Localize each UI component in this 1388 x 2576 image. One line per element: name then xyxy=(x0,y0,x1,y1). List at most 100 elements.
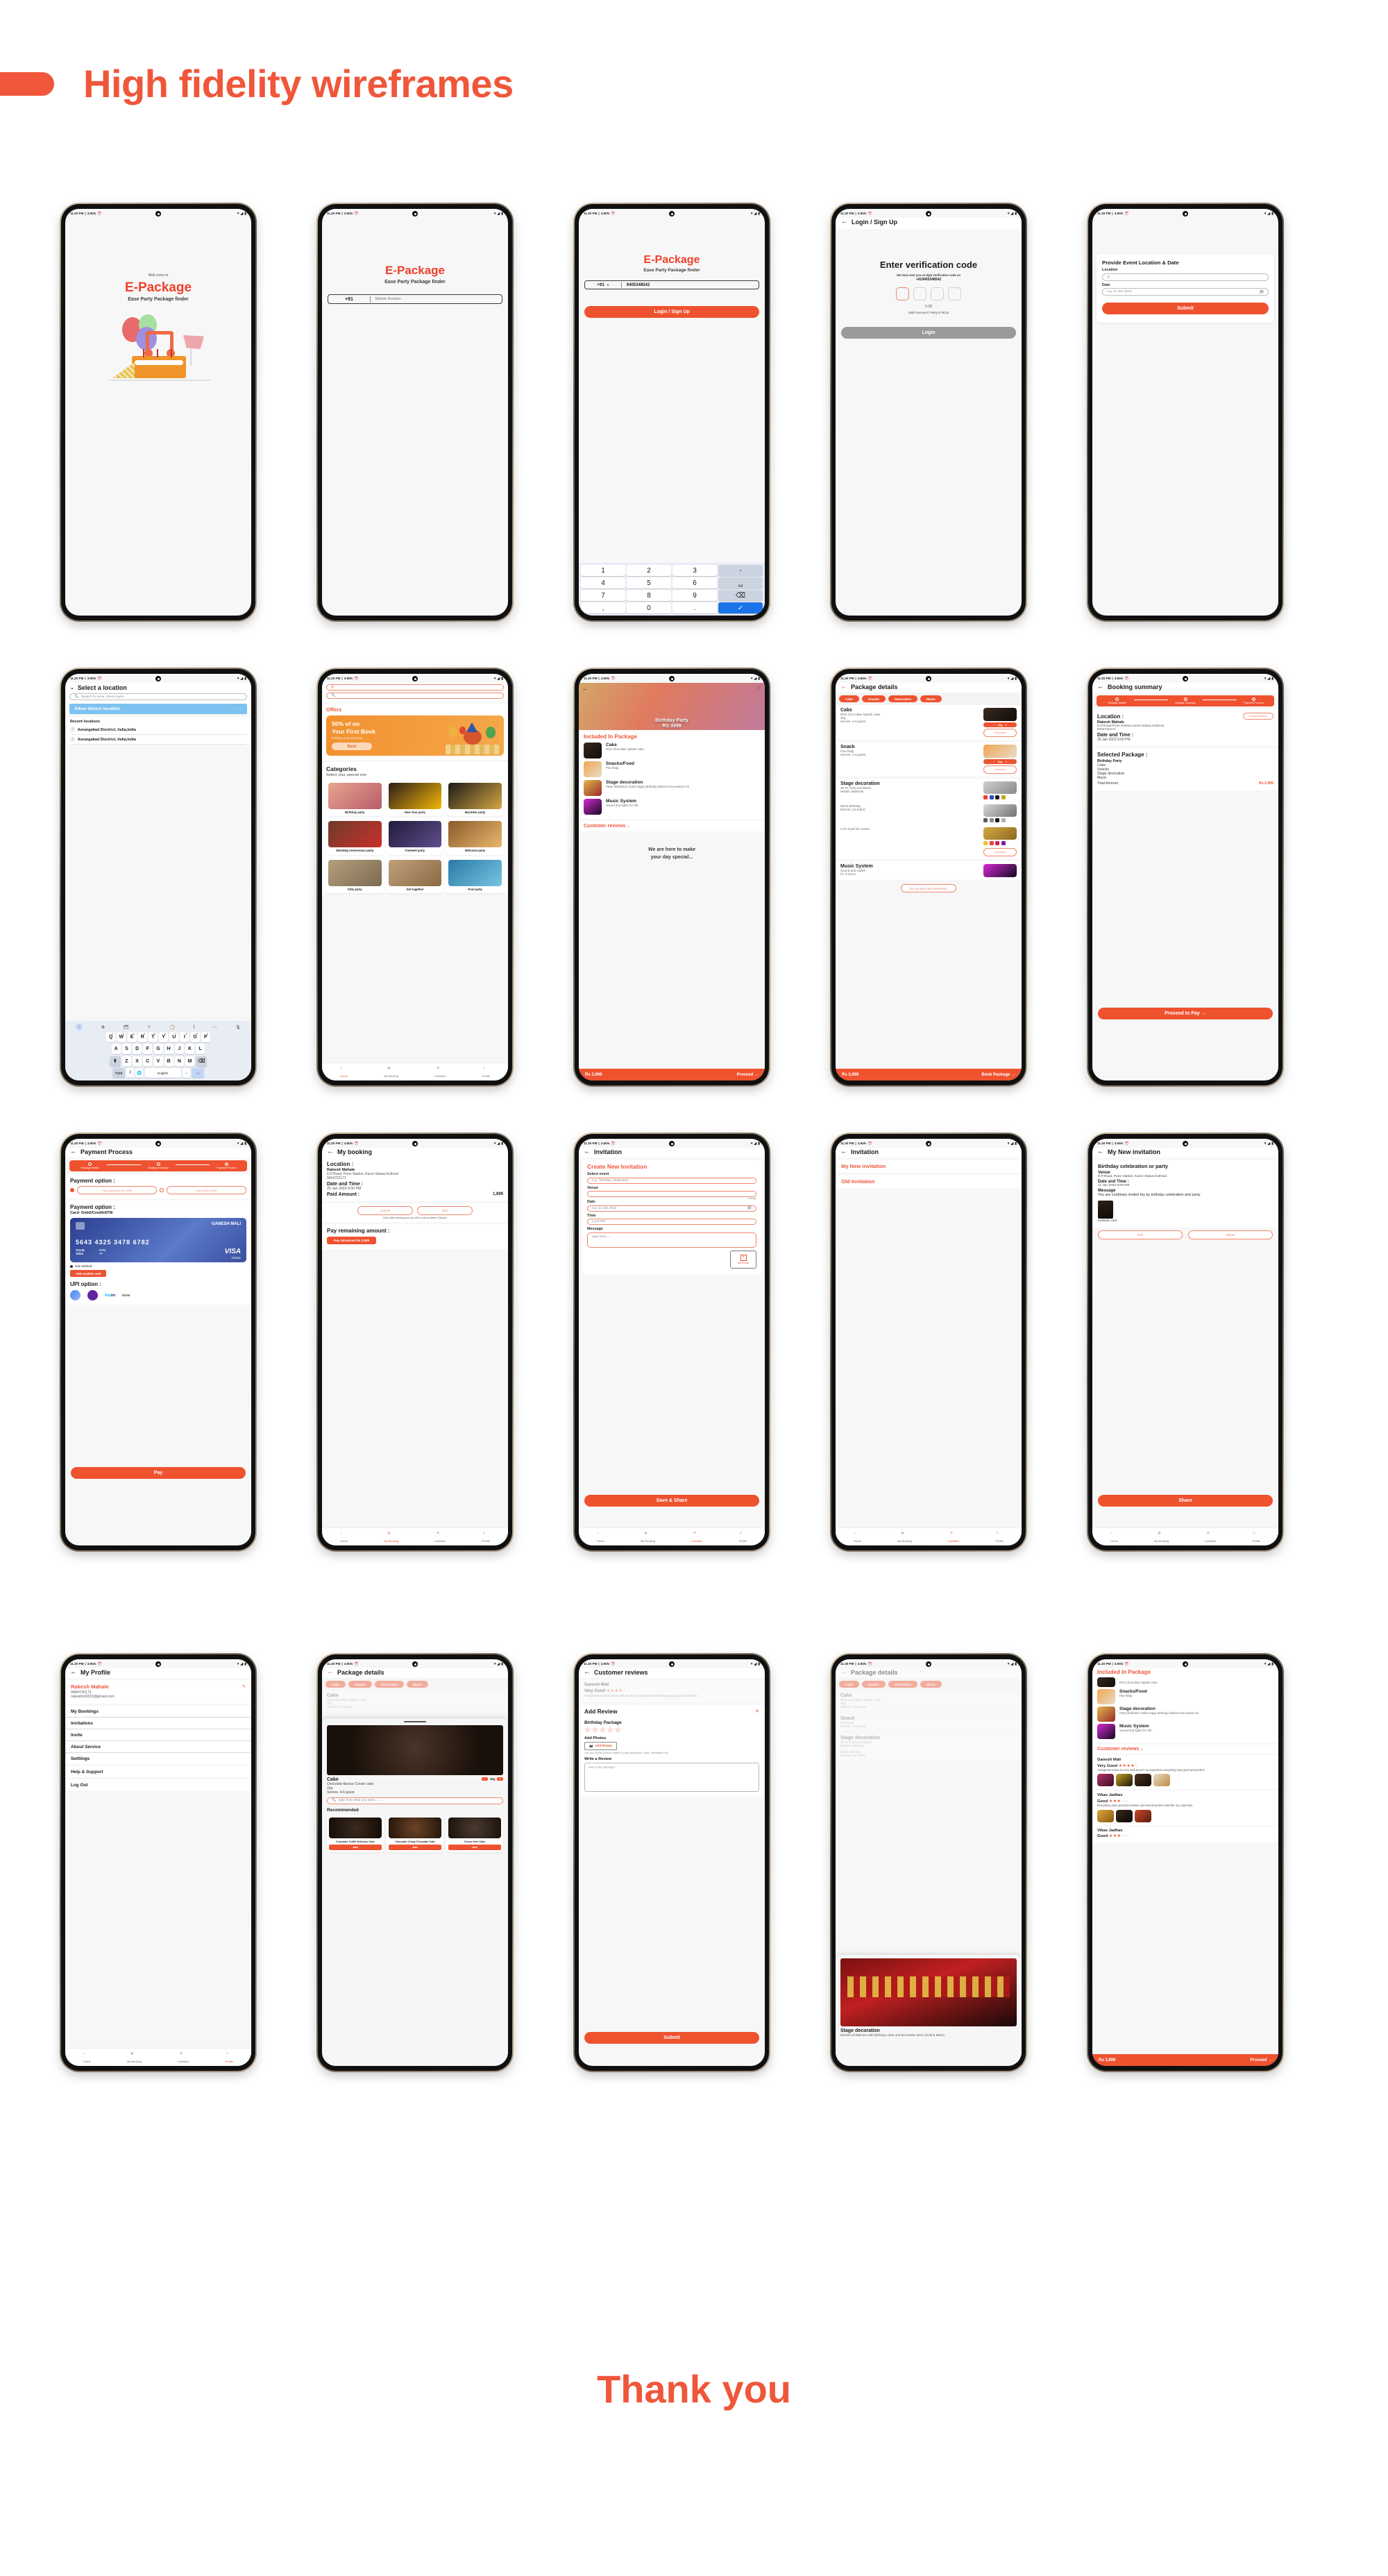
back-icon[interactable]: ← xyxy=(584,1669,591,1676)
menu-item-log-out[interactable]: Log Out xyxy=(65,1779,251,1790)
back-icon[interactable]: ← xyxy=(840,684,847,690)
gear-icon[interactable]: ⚙ xyxy=(101,1025,105,1030)
add-picture-button[interactable]: + Add Picture xyxy=(730,1250,756,1269)
date-input[interactable]: e.g. 11 Jan 2023 🗓 xyxy=(1102,288,1269,296)
mic-icon[interactable]: 🎙 xyxy=(235,1025,241,1030)
tab-music[interactable]: Music xyxy=(920,1681,942,1688)
otp-digit-1[interactable] xyxy=(896,287,909,300)
key-z[interactable]: Z xyxy=(121,1056,131,1067)
pay-button[interactable]: Pay xyxy=(71,1467,246,1479)
share-button[interactable]: Share xyxy=(1098,1495,1273,1507)
reviews-toggle[interactable]: Customer reviews ⌄ xyxy=(1092,1745,1278,1754)
decrease-button[interactable]: − xyxy=(482,1777,488,1781)
tab-decoration[interactable]: Decoration xyxy=(888,695,918,702)
review-photo[interactable] xyxy=(1135,1774,1151,1787)
venue-input[interactable] xyxy=(587,1191,756,1197)
credit-card[interactable]: GANESH MALI 5643 4325 3478 6782 VALID 10/… xyxy=(70,1218,246,1262)
add-button[interactable]: Add xyxy=(448,1845,501,1851)
tab-cake[interactable]: Cake xyxy=(325,1681,346,1688)
date-input[interactable]: e.g. 11 Jan 2023 🗓 xyxy=(587,1205,756,1212)
key-g[interactable]: G xyxy=(153,1044,163,1054)
offer-banner[interactable]: 50% of on Your First Book birthday party… xyxy=(326,715,504,756)
tab-snacks[interactable]: Snacks xyxy=(348,1681,373,1688)
phonepe-icon[interactable] xyxy=(87,1290,98,1300)
customize-button[interactable]: Customize xyxy=(983,729,1017,737)
list-item[interactable]: 🕐 Aurangabad Disctrict, India,India xyxy=(70,735,246,745)
otp-retry-text[interactable]: Didn't receive it? Retry in 00:22 xyxy=(843,311,1015,314)
nav-profile[interactable]: ☺ Profile xyxy=(482,1066,490,1078)
key-c[interactable]: C xyxy=(143,1056,153,1067)
key-w[interactable]: 2W xyxy=(117,1031,126,1042)
key-t[interactable]: 5T xyxy=(148,1031,158,1042)
key-f[interactable]: F xyxy=(143,1044,153,1054)
bhim-icon[interactable]: BHIM xyxy=(122,1294,130,1297)
mobile-input-group[interactable]: +91 ▼ 9405348542 xyxy=(584,280,759,289)
review-photo[interactable] xyxy=(1097,1774,1114,1787)
nav-my-booking[interactable]: ▤ My Booking xyxy=(384,1531,398,1543)
proceed-to-pay-button[interactable]: Proceed to Pay → xyxy=(1098,1008,1273,1019)
back-icon[interactable]: ← xyxy=(841,219,848,226)
category-card[interactable]: Get together xyxy=(386,857,444,893)
star-rating-input[interactable]: ☆☆☆☆☆ xyxy=(584,1727,759,1734)
nav-home[interactable]: ⌂ Home xyxy=(83,2051,91,2063)
select-event-input[interactable]: e.g . birthday celebration xyxy=(587,1177,756,1184)
mobile-input[interactable]: Mobile Number xyxy=(371,297,401,301)
list-item[interactable]: Music System Sound and lights for 3hr xyxy=(1097,1724,1273,1739)
mobile-input[interactable]: 9405348542 xyxy=(622,283,650,287)
globe-icon[interactable]: 🌐 xyxy=(135,1068,144,1078)
step-payment-process[interactable]: ③ Payment Process xyxy=(1237,697,1271,704)
location-input[interactable]: ◎ xyxy=(1102,273,1269,281)
back-icon[interactable]: ← xyxy=(70,1149,77,1155)
key-9[interactable]: 9 xyxy=(672,590,717,601)
change-address-button[interactable]: Change address xyxy=(1242,713,1273,720)
step-package-details[interactable]: ✓ Package Details xyxy=(1100,697,1134,704)
decrease-button[interactable]: − xyxy=(993,723,995,727)
nav-invitation[interactable]: ✉ Invitation xyxy=(178,2051,189,2063)
clipboard-icon[interactable]: 📋 xyxy=(169,1025,174,1030)
increase-button[interactable]: + xyxy=(1005,760,1006,763)
category-card[interactable]: Bachelor party xyxy=(446,781,504,817)
nav-home[interactable]: ⌂ Home xyxy=(854,1531,861,1543)
space-key[interactable]: English xyxy=(144,1068,181,1078)
login-button[interactable]: Login xyxy=(841,327,1016,339)
use-default-option[interactable]: Use Default xyxy=(70,1264,246,1268)
proceed-button[interactable]: Proceed → xyxy=(1251,2058,1272,2062)
nav-home[interactable]: ⌂ Home xyxy=(340,1531,348,1543)
menu-item-invitations[interactable]: Invitations xyxy=(65,1718,251,1729)
location-input[interactable]: ◎ xyxy=(326,684,504,690)
key-u[interactable]: 7U xyxy=(169,1031,179,1042)
nav-invitation[interactable]: ✉ Invitation xyxy=(948,1531,959,1543)
step-package-details[interactable]: ✓ Package Details xyxy=(73,1162,107,1169)
back-icon[interactable]: ← xyxy=(70,1669,77,1676)
offer-book-button[interactable]: Book xyxy=(332,743,372,750)
edit-button[interactable]: Edit xyxy=(417,1206,473,1215)
review-photo[interactable] xyxy=(1097,1809,1114,1822)
key-8[interactable]: 8 xyxy=(627,590,671,601)
drag-handle[interactable] xyxy=(404,1721,426,1722)
back-icon[interactable]: ← xyxy=(327,1149,334,1155)
submit-button[interactable]: Submit xyxy=(1102,303,1269,314)
key-0[interactable]: 0 xyxy=(627,602,671,613)
recommended-card[interactable]: Choco Oreo Cake Add xyxy=(446,1815,503,1853)
key-k[interactable]: K xyxy=(185,1044,195,1054)
save-share-button[interactable]: Save & Share xyxy=(584,1495,759,1507)
calendar-icon[interactable]: 🗓 xyxy=(747,1207,752,1210)
category-card[interactable]: Welcome party xyxy=(446,819,504,855)
list-item[interactable]: 🕐 Aurangabad Disctrict, India,India xyxy=(70,725,246,735)
allow-device-location-button[interactable]: Allow device location → xyxy=(69,704,247,714)
pay-remaining-button[interactable]: Pay Advanced Rs 2,000 xyxy=(327,1237,377,1244)
key-7[interactable]: 7 xyxy=(581,590,625,601)
key-3[interactable]: 3 xyxy=(672,565,717,576)
sticker-icon[interactable]: 🗂 xyxy=(124,1025,129,1030)
cancel-button[interactable]: Cancel xyxy=(357,1206,413,1215)
step-payment-process[interactable]: ③ Payment Process xyxy=(210,1162,244,1169)
color-swatches[interactable] xyxy=(983,818,1017,824)
back-icon[interactable]: ← xyxy=(584,1149,591,1155)
key-s[interactable]: S xyxy=(121,1044,131,1054)
country-code[interactable]: +91 xyxy=(328,297,370,302)
period-key[interactable]: . xyxy=(182,1068,190,1078)
key-o[interactable]: 9O xyxy=(190,1031,200,1042)
pay-full-option[interactable]: Pay full Rs 3,999 xyxy=(167,1186,246,1194)
menu-item-my-bookings[interactable]: My Bookings xyxy=(65,1706,251,1718)
nav-profile[interactable]: ☺ Profile xyxy=(482,1531,490,1543)
